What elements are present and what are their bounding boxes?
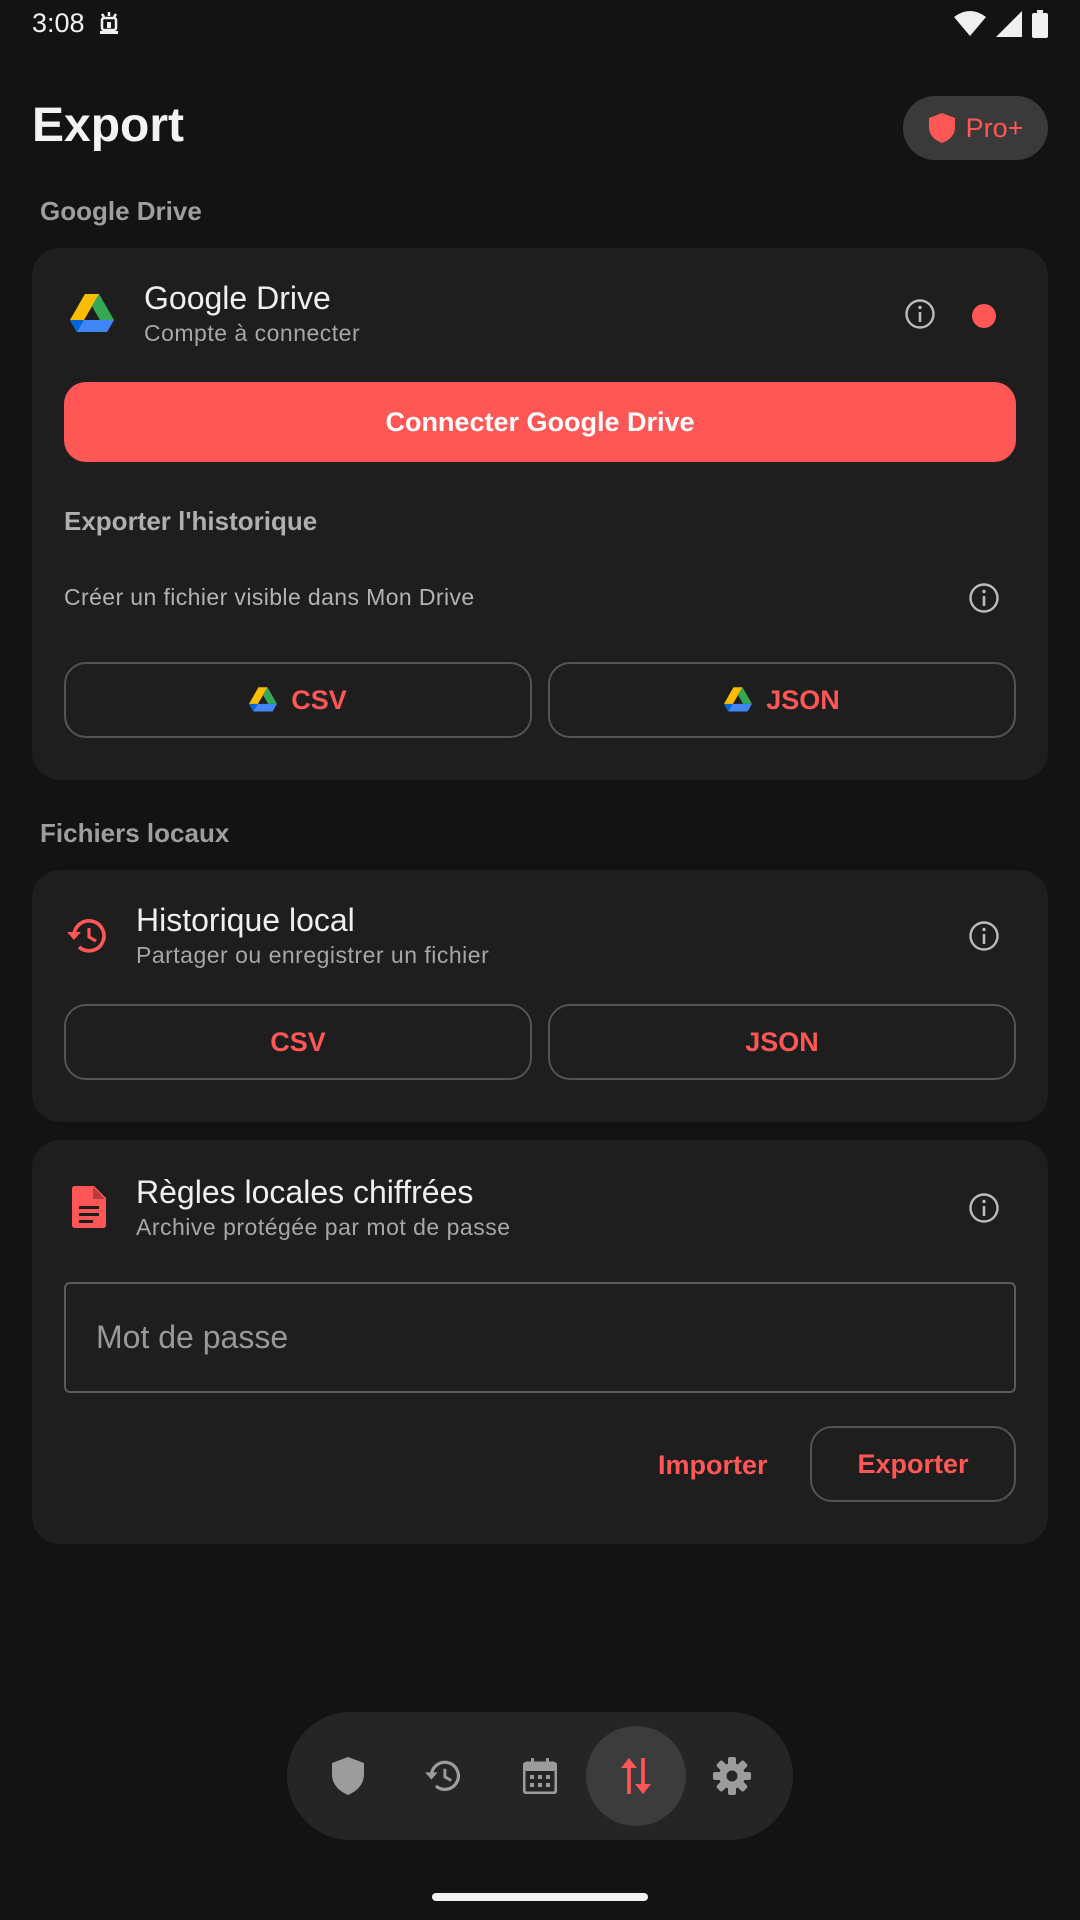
shield-icon bbox=[332, 1757, 364, 1795]
import-button[interactable]: Importer bbox=[658, 1450, 768, 1481]
google-drive-icon bbox=[249, 687, 278, 712]
card-title: Google Drive bbox=[144, 280, 331, 316]
json-label: JSON bbox=[766, 684, 840, 715]
calendar-icon bbox=[523, 1758, 557, 1794]
nav-item-settings[interactable] bbox=[682, 1726, 782, 1826]
signal-icon bbox=[996, 11, 1022, 37]
info-icon[interactable] bbox=[968, 582, 1000, 614]
google-drive-icon bbox=[70, 294, 114, 332]
card-subtitle: Compte à connecter bbox=[144, 320, 361, 346]
bottom-nav bbox=[287, 1712, 793, 1840]
info-icon[interactable] bbox=[904, 298, 936, 330]
drive-json-button[interactable]: JSON bbox=[548, 662, 1016, 738]
section-label-local-files: Fichiers locaux bbox=[40, 818, 230, 848]
local-history-card: Historique local Partager ou enregistrer… bbox=[32, 870, 1048, 1122]
gear-icon bbox=[713, 1757, 751, 1795]
card-subtitle: Partager ou enregistrer un fichier bbox=[136, 942, 490, 968]
status-time: 3:08 bbox=[32, 8, 85, 38]
document-icon bbox=[72, 1186, 106, 1228]
page-title: Export bbox=[32, 99, 185, 152]
local-csv-button[interactable]: CSV bbox=[64, 1004, 532, 1080]
home-indicator[interactable] bbox=[432, 1893, 648, 1901]
csv-label: CSV bbox=[291, 684, 347, 715]
info-icon[interactable] bbox=[968, 920, 1000, 952]
google-drive-icon bbox=[724, 687, 753, 712]
card-title: Historique local bbox=[136, 902, 355, 938]
alarm-icon bbox=[100, 12, 118, 34]
google-drive-card: Google Drive Compte à connecter Connecte… bbox=[32, 248, 1048, 780]
wifi-icon bbox=[954, 11, 986, 36]
drive-csv-button[interactable]: CSV bbox=[64, 662, 532, 738]
nav-item-export[interactable] bbox=[586, 1726, 686, 1826]
info-icon[interactable] bbox=[968, 1192, 1000, 1224]
shield-icon bbox=[928, 113, 955, 143]
export-button[interactable]: Exporter bbox=[810, 1426, 1016, 1502]
export-history-heading: Exporter l'historique bbox=[64, 506, 318, 536]
password-input[interactable] bbox=[64, 1282, 1016, 1393]
export-hint-text: Créer un fichier visible dans Mon Drive bbox=[64, 584, 475, 610]
nav-item-calendar[interactable] bbox=[490, 1726, 590, 1826]
connect-google-drive-button[interactable]: Connecter Google Drive bbox=[64, 382, 1016, 462]
card-title: Règles locales chiffrées bbox=[136, 1174, 474, 1210]
swap-vertical-icon bbox=[621, 1758, 651, 1794]
card-subtitle: Archive protégée par mot de passe bbox=[136, 1214, 511, 1240]
status-icons bbox=[954, 10, 1048, 38]
local-json-button[interactable]: JSON bbox=[548, 1004, 1016, 1080]
history-icon bbox=[425, 1760, 460, 1791]
connection-status-dot bbox=[972, 304, 996, 328]
nav-item-protection[interactable] bbox=[298, 1726, 398, 1826]
battery-icon bbox=[1032, 10, 1048, 38]
pro-plus-button[interactable]: Pro+ bbox=[903, 96, 1048, 160]
section-label-google-drive: Google Drive bbox=[40, 196, 202, 226]
history-icon bbox=[67, 919, 106, 953]
pro-plus-label: Pro+ bbox=[965, 112, 1024, 143]
nav-item-history[interactable] bbox=[394, 1726, 494, 1826]
